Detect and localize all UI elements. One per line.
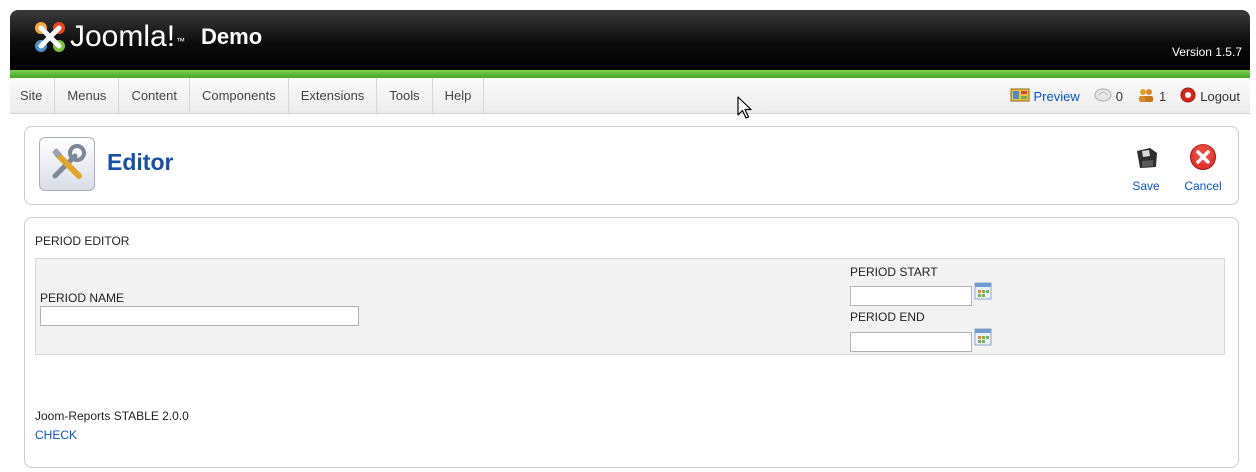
preview-icon [1010,87,1030,106]
users-status[interactable]: 1 [1137,87,1166,106]
preview-label: Preview [1033,88,1080,104]
period-start-calendar-icon[interactable] [974,282,992,300]
menu-item-menus[interactable]: Menus [55,78,120,114]
component-version-text: Joom-Reports STABLE 2.0.0 [35,409,189,423]
period-form: PERIOD NAME PERIOD START PERIOD END [35,258,1225,355]
messages-status[interactable]: 0 [1094,87,1123,106]
menu-item-tools[interactable]: Tools [377,78,433,114]
users-count: 1 [1159,88,1167,104]
period-end-label: PERIOD END [850,310,925,324]
menu-item-help[interactable]: Help [433,78,485,114]
users-icon [1137,87,1155,106]
period-name-input[interactable] [40,306,359,326]
menu-item-site[interactable]: Site [10,78,56,114]
menu-item-extensions[interactable]: Extensions [289,78,378,114]
check-link[interactable]: CHECK [35,428,77,442]
mouse-pointer-icon [737,96,755,122]
messages-count: 0 [1115,88,1123,104]
logo-trademark: ™ [176,36,186,46]
logout-icon [1180,87,1196,106]
cancel-label: Cancel [1184,179,1222,193]
period-start-label: PERIOD START [850,265,938,279]
preview-link[interactable]: Preview [1010,87,1080,106]
header-bar: Joomla! ™ Demo Version 1.5.7 [10,10,1250,70]
joomla-logo[interactable]: Joomla! ™ Demo [32,17,262,57]
period-end-calendar-icon[interactable] [974,328,992,346]
header-accent-bar [10,70,1250,78]
toolbar-panel: Editor Save Cancel [24,126,1239,205]
cancel-icon [1189,143,1217,174]
version-label: Version 1.5.7 [1171,45,1242,59]
save-button[interactable]: Save [1123,141,1169,197]
site-label: Demo [201,24,263,49]
logout-label: Logout [1200,88,1240,104]
menu-item-content[interactable]: Content [119,78,190,114]
main-menu: Site Menus Content Components Extensions… [10,78,485,114]
period-end-input[interactable] [850,332,972,352]
save-label: Save [1132,179,1160,193]
section-title: PERIOD EDITOR [35,234,130,248]
messages-icon [1094,87,1112,106]
joomla-logo-icon [32,19,68,55]
period-name-label: PERIOD NAME [40,291,125,305]
page-title: Editor [107,149,174,175]
editor-tools-icon [39,137,95,191]
content-panel: PERIOD EDITOR PERIOD NAME PERIOD START P… [24,217,1239,468]
logo-text: Joomla! [70,20,176,53]
save-icon [1134,145,1160,174]
status-area: Preview 0 1 Logout [1010,78,1240,114]
cancel-button[interactable]: Cancel [1180,141,1226,197]
menu-bar: Site Menus Content Components Extensions… [10,78,1250,114]
logout-link[interactable]: Logout [1180,87,1240,106]
period-start-input[interactable] [850,286,972,306]
menu-item-components[interactable]: Components [190,78,289,114]
